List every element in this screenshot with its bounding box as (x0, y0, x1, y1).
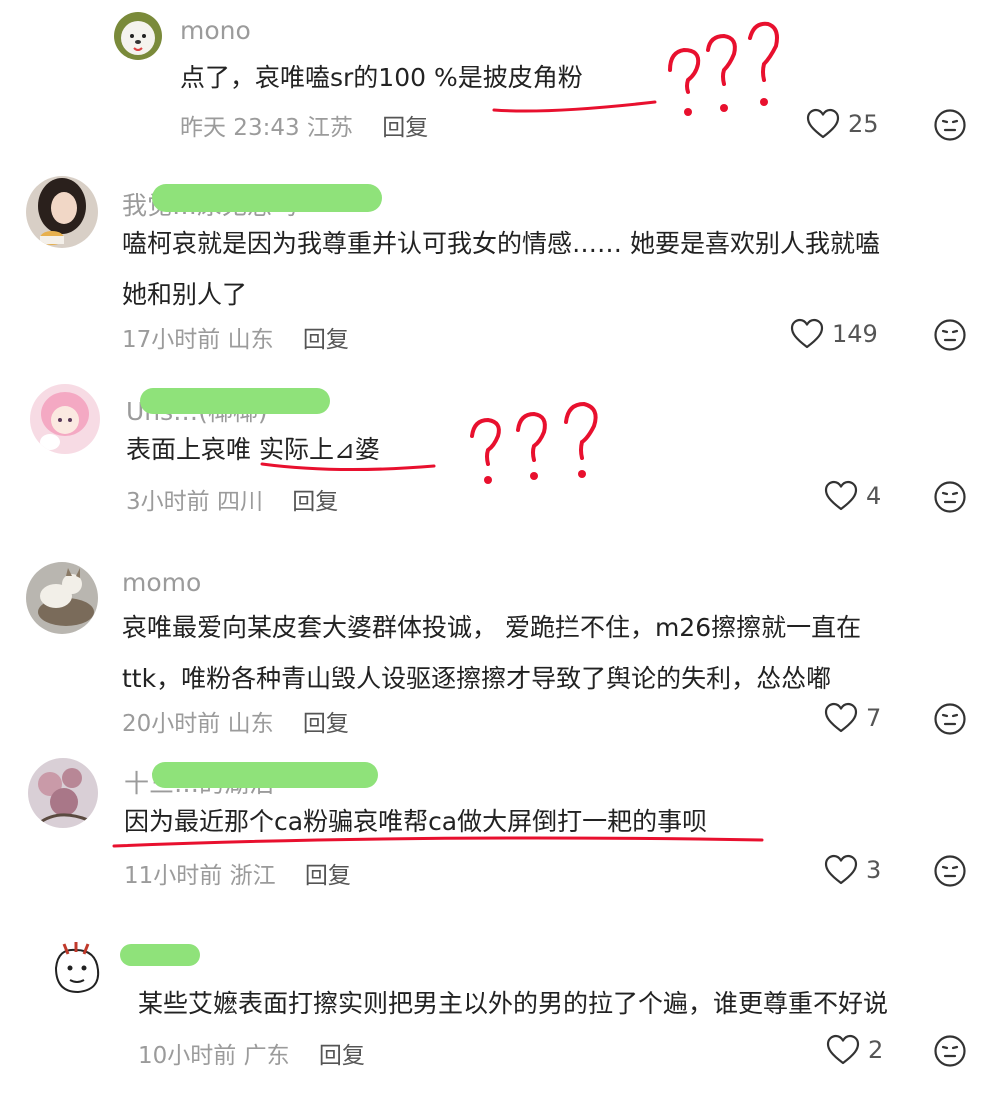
comment-location: 江苏 (306, 115, 353, 141)
comment-line: 哀唯最爱向某皮套大婆群体投诚， 爱跪拦不住，m26擦擦就一直在 (122, 613, 862, 642)
question-marks-annotation (470, 401, 598, 484)
like-count: 25 (848, 110, 879, 138)
avatar[interactable] (114, 12, 162, 60)
reply-button[interactable]: 回复 (382, 115, 428, 141)
cat-avatar-image (26, 562, 98, 634)
like-button[interactable]: 3 (824, 854, 881, 886)
flower-avatar-image (28, 758, 98, 828)
comment-line: 她和别人了 (122, 280, 248, 309)
comment-meta: 11小时前 浙江 回复 (124, 856, 351, 890)
comment-meta: 昨天 23:43 江苏 回复 (180, 108, 428, 142)
dog-avatar-image (114, 12, 162, 60)
comment-line: 某些艾嬷表面打擦实则把男主以外的男的拉了个遍，谁更尊重不好说 (138, 989, 889, 1018)
heart-outline-icon (824, 702, 858, 733)
anime-avatar-image (30, 384, 100, 454)
like-button[interactable]: 25 (806, 108, 879, 140)
heart-outline-icon (824, 480, 858, 511)
like-button[interactable]: 149 (790, 318, 878, 350)
avatar[interactable] (30, 384, 100, 454)
comment-meta: 20小时前 山东 回复 (122, 704, 349, 738)
comment-text: 表面上哀唯 实际上⊿婆 (126, 424, 380, 475)
comment-meta: 10小时前 广东 回复 (138, 1036, 365, 1070)
neutral-face-icon (934, 1035, 966, 1067)
comment-username[interactable]: momo (122, 568, 201, 597)
comment-text: 嗑柯哀就是因为我尊重并认可我女的情感…… 她要是喜欢别人我就嗑 她和别人了 (122, 218, 880, 320)
comment-meta: 17小时前 山东 回复 (122, 320, 349, 354)
like-button[interactable]: 2 (826, 1034, 883, 1066)
comment-line: 表面上哀唯 实际上⊿婆 (126, 435, 380, 464)
like-count: 4 (866, 482, 882, 510)
heart-outline-icon (806, 108, 840, 139)
comment-username[interactable]: Uns…(椰椰) (126, 392, 268, 428)
comment-location: 四川 (216, 489, 263, 515)
comment-text: 点了，哀唯嗑sr的100 %是披皮角粉 (180, 52, 583, 103)
comment-time: 20小时前 (122, 711, 221, 737)
neutral-face-icon (934, 481, 966, 513)
avatar[interactable] (26, 562, 98, 634)
reply-button[interactable]: 回复 (303, 711, 349, 737)
comment-line: 嗑柯哀就是因为我尊重并认可我女的情感…… 她要是喜欢别人我就嗑 (122, 229, 880, 258)
comment-location: 山东 (227, 327, 274, 353)
heart-outline-icon (824, 854, 858, 885)
like-count: 7 (866, 704, 882, 732)
comment-meta: 3小时前 四川 回复 (126, 482, 338, 516)
comment-username[interactable]: 十三…的湖泊 (124, 764, 274, 800)
like-button[interactable]: 4 (824, 480, 881, 512)
comment-text: 因为最近那个ca粉骗哀唯帮ca做大屏倒打一耙的事呗 (124, 796, 707, 847)
question-marks-annotation (668, 21, 779, 116)
comment-line: 点了，哀唯嗑sr的100 %是披皮角粉 (180, 63, 583, 92)
reply-button[interactable]: 回复 (292, 489, 338, 515)
neutral-face-icon (934, 109, 966, 141)
comment-location: 浙江 (229, 863, 276, 889)
heart-outline-icon (790, 318, 824, 349)
comment-username[interactable]: mono (180, 16, 251, 45)
reaction-button[interactable] (933, 1034, 967, 1068)
avatar[interactable] (26, 176, 98, 248)
comment-time: 17小时前 (122, 327, 221, 353)
neutral-face-icon (934, 319, 966, 351)
comment-text: 哀唯最爱向某皮套大婆群体投诚， 爱跪拦不住，m26擦擦就一直在 ttk，唯粉各种… (122, 602, 861, 704)
doodle-dog-avatar-image (44, 938, 112, 1006)
reaction-button[interactable] (933, 480, 967, 514)
reply-button[interactable]: 回复 (319, 1043, 365, 1069)
neutral-face-icon (934, 703, 966, 735)
avatar[interactable] (44, 938, 112, 1006)
comment-text: 某些艾嬷表面打擦实则把男主以外的男的拉了个遍，谁更尊重不好说 (138, 978, 888, 1029)
comment-username[interactable]: 我觉…尿无恙吗 (122, 186, 297, 222)
like-button[interactable]: 7 (824, 702, 881, 734)
avatar[interactable] (28, 758, 98, 828)
heart-outline-icon (826, 1034, 860, 1065)
comment-location: 山东 (227, 711, 274, 737)
reply-button[interactable]: 回复 (305, 863, 351, 889)
comment-line: ttk，唯粉各种青山毁人设驱逐擦擦才导致了舆论的失利，怂怂嘟 (122, 664, 832, 693)
reaction-button[interactable] (933, 108, 967, 142)
girl-avatar-image (26, 176, 98, 248)
comment-line: 因为最近那个ca粉骗哀唯帮ca做大屏倒打一耙的事呗 (124, 807, 708, 836)
comment-time: 3小时前 (126, 489, 210, 515)
comment-time: 11小时前 (124, 863, 223, 889)
redaction-mark (120, 944, 200, 966)
like-count: 3 (866, 856, 882, 884)
comment-time: 昨天 23:43 (180, 115, 300, 141)
comment-time: 10小时前 (138, 1043, 237, 1069)
reply-button[interactable]: 回复 (303, 327, 349, 353)
reaction-button[interactable] (933, 854, 967, 888)
comment-location: 广东 (243, 1043, 290, 1069)
reaction-button[interactable] (933, 318, 967, 352)
neutral-face-icon (934, 855, 966, 887)
reaction-button[interactable] (933, 702, 967, 736)
like-count: 149 (832, 320, 878, 348)
like-count: 2 (868, 1036, 884, 1064)
